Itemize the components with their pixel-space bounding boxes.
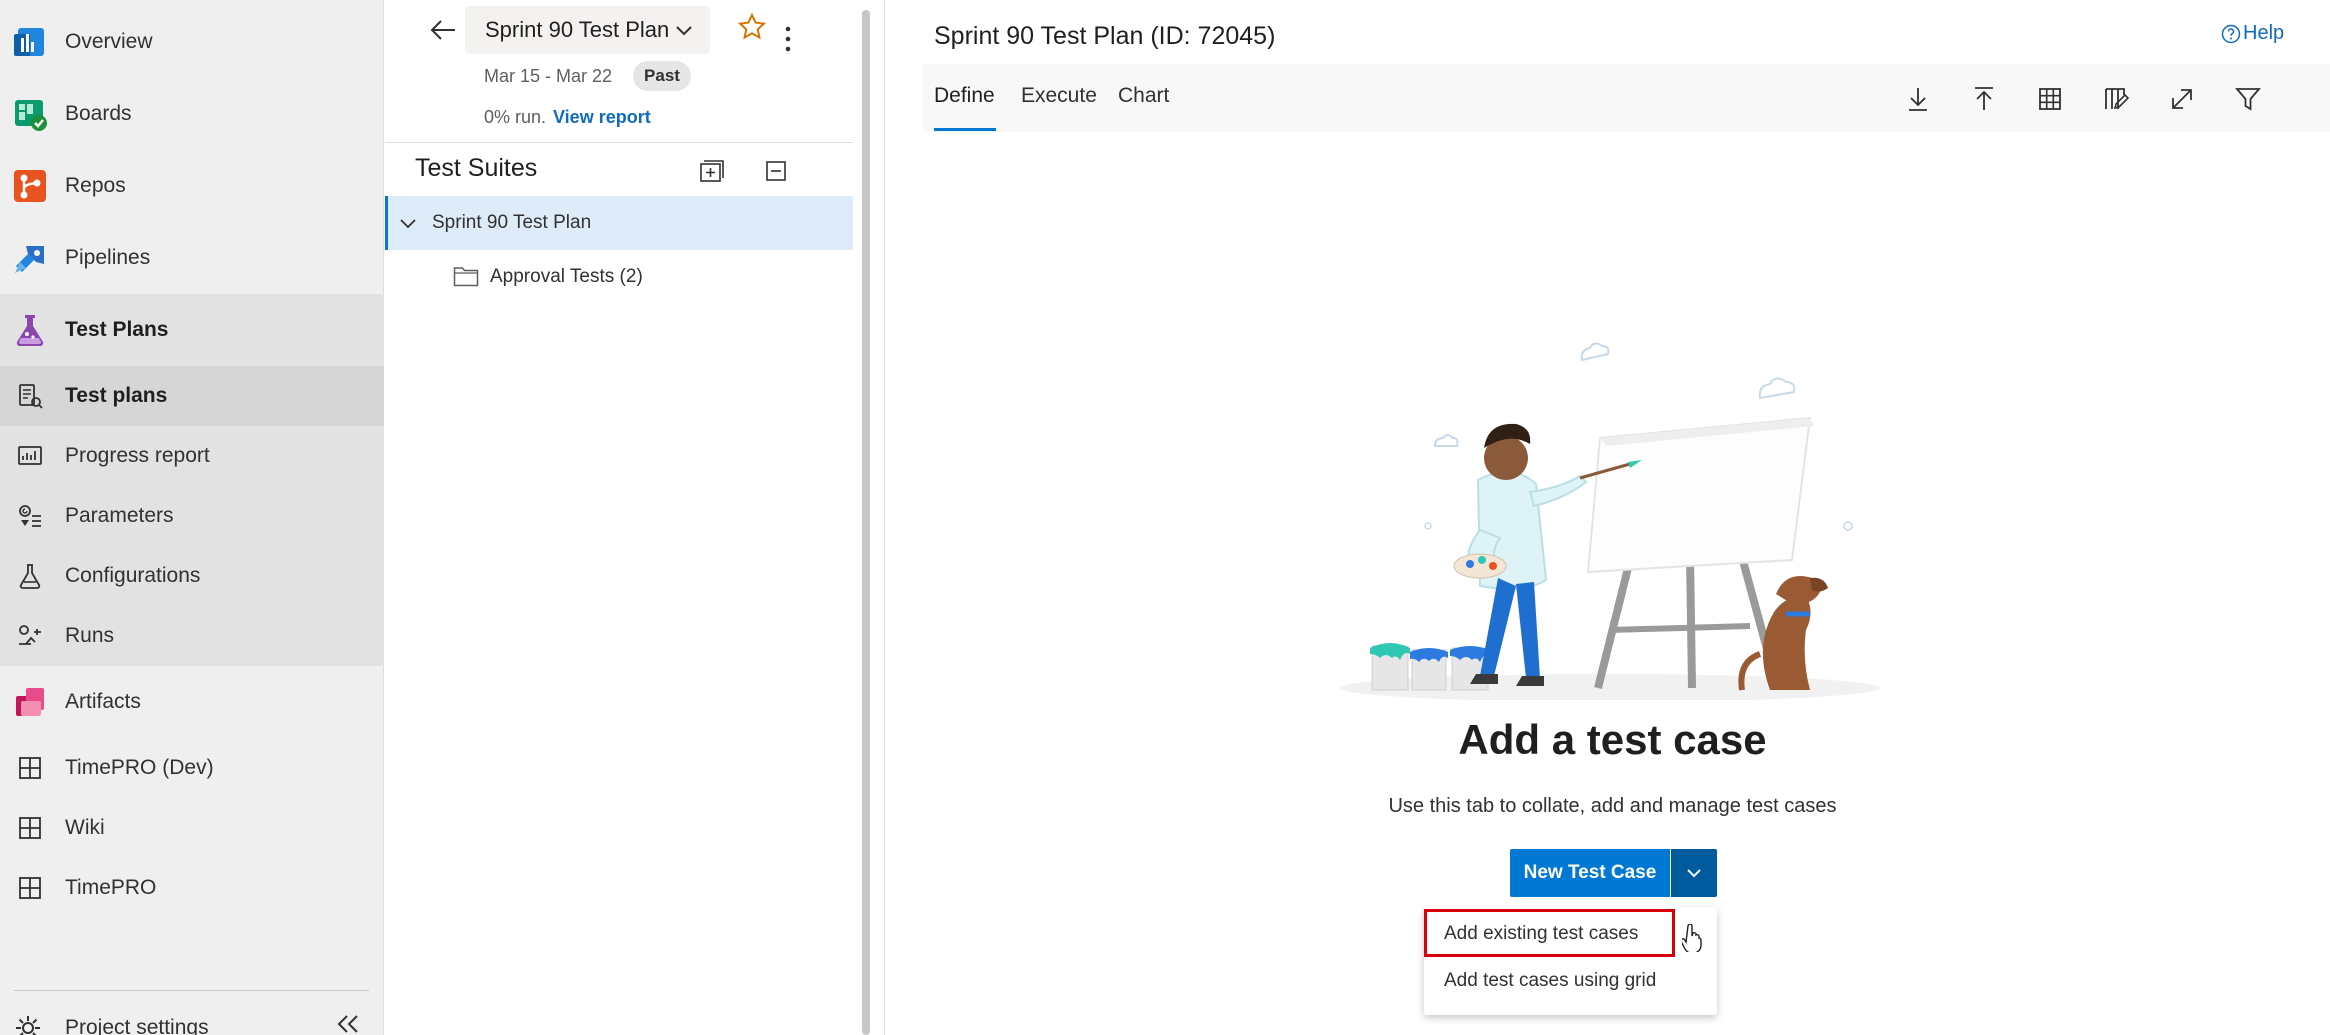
empty-state-heading: Add a test case	[1458, 716, 1767, 763]
status-badge: Past	[633, 61, 691, 91]
panel-scrollbar[interactable]	[862, 10, 870, 1035]
expand-all-icon[interactable]	[698, 158, 724, 184]
nav-label: Project settings	[65, 1016, 209, 1035]
nav-item-runs[interactable]: Runs	[0, 606, 384, 666]
grid-icon	[16, 874, 44, 902]
nav-item-repos[interactable]: Repos	[0, 150, 384, 222]
nav-item-pipelines[interactable]: Pipelines	[0, 222, 384, 294]
progress-report-icon	[16, 442, 44, 470]
nav-label: Runs	[65, 624, 115, 647]
favorite-star-icon[interactable]	[737, 12, 767, 42]
column-options-icon[interactable]	[2101, 84, 2131, 114]
test-suites-title: Test Suites	[415, 154, 538, 182]
help-label: Help	[2243, 22, 2285, 44]
more-options-icon[interactable]	[781, 24, 795, 56]
filter-icon[interactable]	[2233, 84, 2263, 114]
suite-label: Sprint 90 Test Plan	[432, 212, 592, 233]
menu-item-add-test-cases-using-grid[interactable]: Add test cases using grid	[1424, 958, 1717, 1004]
empty-state-illustration	[1340, 342, 1880, 700]
nav-divider	[14, 990, 369, 991]
nav-item-parameters[interactable]: Parameters	[0, 486, 384, 546]
nav-item-project-settings[interactable]: Project settings	[0, 1000, 384, 1035]
nav-item-progress-report[interactable]: Progress report	[0, 426, 384, 486]
runs-icon	[16, 622, 44, 650]
configurations-icon	[16, 562, 44, 590]
nav-label: Artifacts	[65, 690, 141, 713]
test-plans-icon	[12, 312, 48, 348]
test-plans-list-icon	[16, 382, 44, 410]
divider	[385, 142, 853, 143]
plan-dates: Mar 15 - Mar 22	[484, 66, 613, 86]
nav-label: Progress report	[65, 444, 210, 467]
run-percent: 0% run.	[484, 107, 547, 127]
nav-item-configurations[interactable]: Configurations	[0, 546, 384, 606]
grid-icon	[16, 754, 44, 782]
tab-define[interactable]: Define	[934, 84, 995, 108]
new-test-case-dropdown-button[interactable]	[1671, 849, 1717, 897]
suite-label: Approval Tests (2)	[490, 266, 643, 287]
test-plan-panel: Sprint 90 Test Plan Mar 15 - Mar 22 Past…	[385, 0, 853, 1035]
boards-icon	[12, 96, 48, 132]
chevron-down-icon	[1687, 869, 1701, 878]
nav-label: Configurations	[65, 564, 201, 587]
left-navigation: Overview Boards Repos Pipelines Test Pla…	[0, 0, 384, 1035]
nav-label: Parameters	[65, 504, 174, 527]
chevron-down-icon	[674, 20, 694, 40]
nav-item-test-plans-list[interactable]: Test plans	[0, 366, 384, 426]
nav-label: Boards	[65, 102, 132, 125]
import-icon[interactable]	[1969, 84, 1999, 114]
fullscreen-icon[interactable]	[2167, 84, 2197, 114]
nav-label: Test plans	[65, 384, 168, 407]
nav-label: TimePRO	[65, 876, 157, 899]
empty-state-description: Use this tab to collate, add and manage …	[1388, 795, 1837, 817]
nav-item-timepro-dev[interactable]: TimePRO (Dev)	[0, 738, 384, 798]
repos-icon	[12, 168, 48, 204]
back-arrow-icon[interactable]	[425, 12, 461, 48]
nav-label: Repos	[65, 174, 126, 197]
nav-label: Wiki	[65, 816, 105, 839]
tab-chart[interactable]: Chart	[1118, 84, 1169, 108]
tab-execute[interactable]: Execute	[1021, 84, 1097, 108]
nav-label: TimePRO (Dev)	[65, 756, 214, 779]
hand-cursor-icon	[1680, 923, 1702, 954]
page-title: Sprint 90 Test Plan (ID: 72045)	[934, 22, 1276, 50]
divider	[884, 0, 885, 1035]
nav-item-wiki[interactable]: Wiki	[0, 798, 384, 858]
grid-view-icon[interactable]	[2035, 84, 2065, 114]
help-link[interactable]: Help	[2221, 22, 2284, 45]
export-icon[interactable]	[1903, 84, 1933, 114]
plan-picker[interactable]: Sprint 90 Test Plan	[465, 6, 710, 54]
nav-label: Test Plans	[65, 318, 169, 341]
tab-bar: Define Execute Chart	[923, 64, 2330, 132]
parameters-icon	[16, 502, 44, 530]
suite-tree-item-root[interactable]: Sprint 90 Test Plan	[385, 196, 853, 250]
new-test-case-button[interactable]: New Test Case	[1510, 849, 1670, 897]
pipelines-icon	[12, 240, 48, 276]
nav-item-overview[interactable]: Overview	[0, 6, 384, 78]
nav-label: Overview	[65, 30, 153, 53]
collapse-nav-icon[interactable]	[334, 1014, 362, 1034]
nav-item-artifacts[interactable]: Artifacts	[0, 666, 384, 738]
gear-icon	[14, 1014, 42, 1035]
help-icon	[2221, 24, 2241, 43]
plan-name: Sprint 90 Test Plan	[485, 17, 670, 42]
view-report-link[interactable]: View report	[553, 107, 651, 128]
grid-icon	[16, 814, 44, 842]
active-tab-indicator	[934, 128, 996, 131]
chevron-down-icon[interactable]	[398, 213, 418, 233]
collapse-all-icon[interactable]	[764, 159, 788, 183]
folder-icon	[453, 265, 479, 287]
nav-item-boards[interactable]: Boards	[0, 78, 384, 150]
suite-tree-item[interactable]: Approval Tests (2)	[385, 250, 853, 304]
nav-label: Pipelines	[65, 246, 151, 269]
nav-item-test-plans[interactable]: Test Plans	[0, 294, 384, 366]
artifacts-icon	[12, 684, 48, 720]
highlight-outline	[1424, 909, 1675, 957]
overview-icon	[12, 24, 48, 60]
nav-item-timepro[interactable]: TimePRO	[0, 858, 384, 918]
